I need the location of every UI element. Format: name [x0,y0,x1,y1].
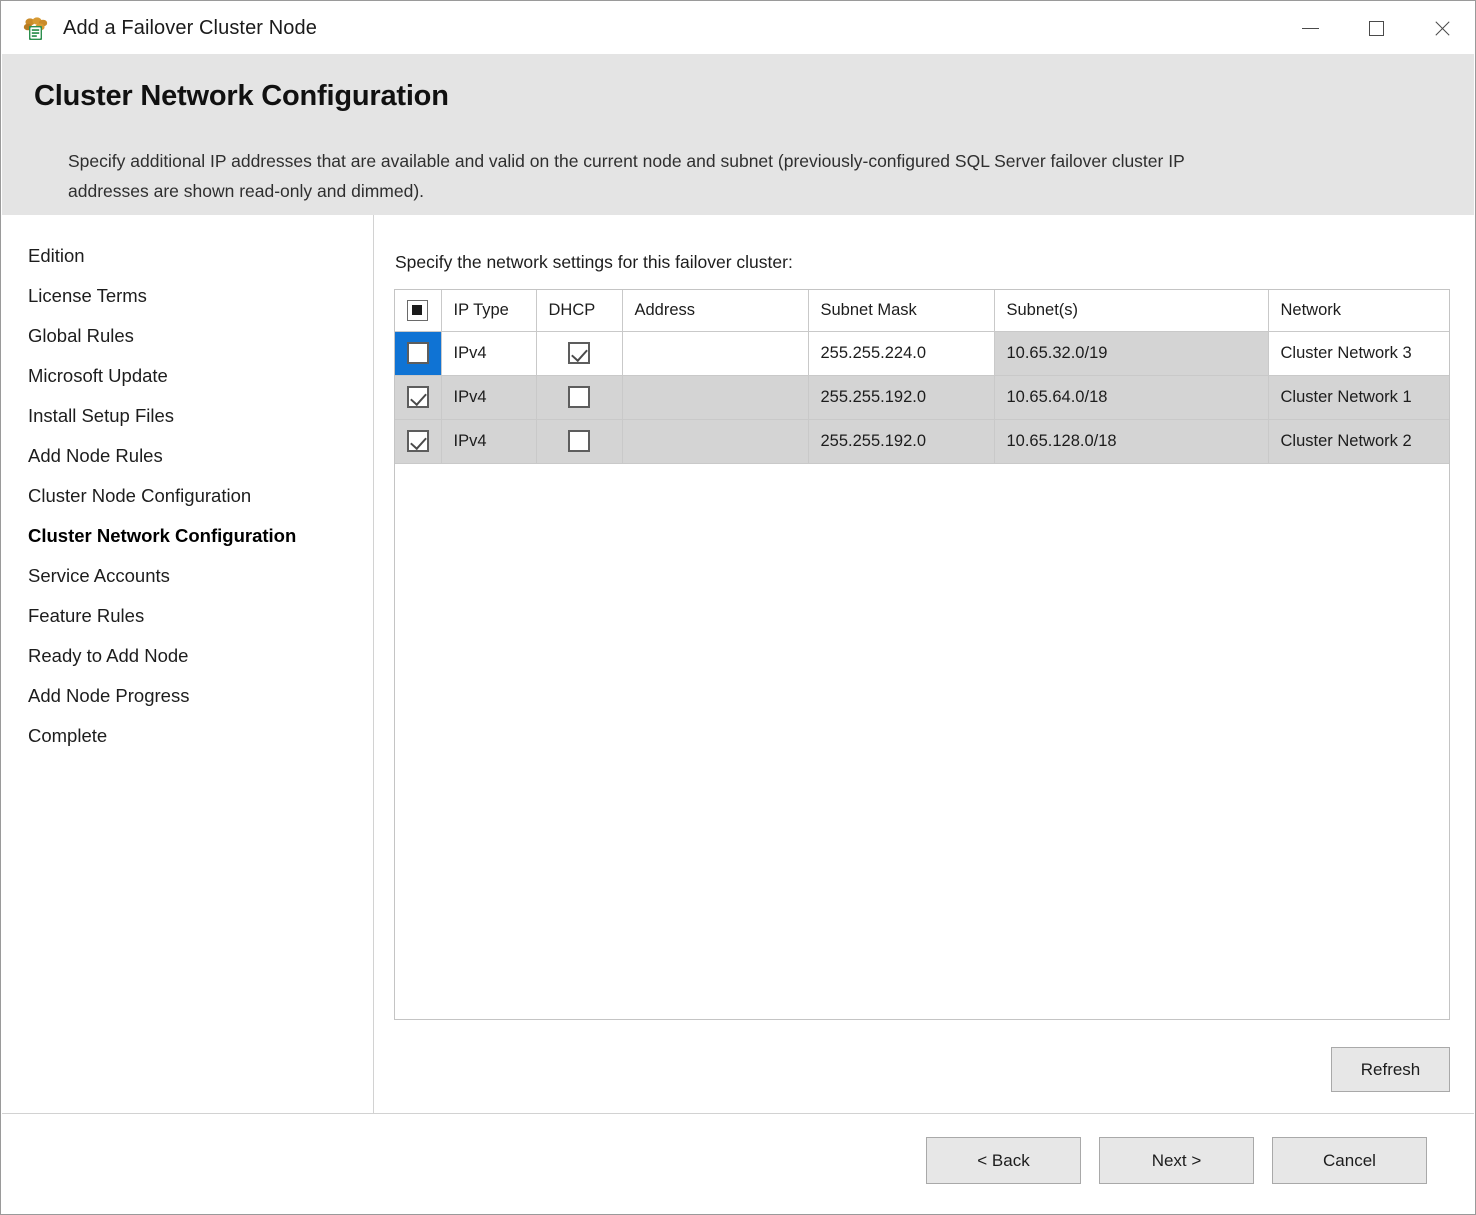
body-area: Edition License Terms Global Rules Microsof… [2,215,1474,1114]
sidebar-item-microsoft-update[interactable]: Microsoft Update [2,356,372,396]
dhcp-checkbox-checked-icon[interactable] [568,342,590,364]
maximize-icon [1368,21,1384,36]
cell-network[interactable]: Cluster Network 2 [1268,419,1449,464]
column-header-network[interactable]: Network [1268,290,1449,332]
cell-ip-type[interactable]: IPv4 [441,375,537,420]
dhcp-checkbox-unchecked-icon[interactable] [568,430,590,452]
sidebar-item-edition[interactable]: Edition [2,236,372,276]
checkbox-checked-icon[interactable] [406,386,429,408]
minimize-icon [1301,28,1319,29]
sidebar-item-feature-rules[interactable]: Feature Rules [2,596,372,636]
close-icon [1433,19,1452,38]
cell-network[interactable]: Cluster Network 1 [1268,375,1449,420]
sidebar-item-add-node-progress[interactable]: Add Node Progress [2,676,372,716]
cell-subnet-mask[interactable]: 255.255.192.0 [808,375,995,420]
row-select-cell[interactable] [395,331,442,376]
sidebar-item-license-terms[interactable]: License Terms [2,276,372,316]
column-header-subnets[interactable]: Subnet(s) [994,290,1269,332]
main-pane: Specify the network settings for this fa… [374,215,1474,1114]
cell-ip-type[interactable]: IPv4 [441,419,537,464]
cell-network[interactable]: Cluster Network 3 [1268,331,1449,376]
grid-body: IPv4 255.255.224.0 10.65.32.0/19 Cluster Ne… [395,331,1449,464]
wizard-step-sidebar: Edition License Terms Global Rules Microsof… [2,236,372,756]
table-row[interactable]: IPv4 255.255.192.0 10.65.64.0/18 Cluster Ne… [395,375,1449,420]
cell-subnets[interactable]: 10.65.64.0/18 [994,375,1269,420]
grid-instruction-label: Specify the network settings for this fa… [395,252,793,272]
column-header-ip-type[interactable]: IP Type [441,290,537,332]
add-failover-cluster-node-window: Add a Failover Cluster Node Cluster Netw… [0,0,1476,1215]
cell-subnet-mask[interactable]: 255.255.224.0 [808,331,995,376]
cell-dhcp[interactable] [536,375,623,420]
cell-dhcp[interactable] [536,419,623,464]
refresh-button[interactable]: Refresh [1331,1047,1450,1092]
cell-subnets[interactable]: 10.65.128.0/18 [994,419,1269,464]
cell-subnets[interactable]: 10.65.32.0/19 [994,331,1269,376]
row-select-cell[interactable] [395,419,442,464]
sidebar-item-global-rules[interactable]: Global Rules [2,316,372,356]
cell-subnet-mask[interactable]: 255.255.192.0 [808,419,995,464]
title-bar: Add a Failover Cluster Node [1,1,1475,56]
table-row[interactable]: IPv4 255.255.224.0 10.65.32.0/19 Cluster Ne… [395,331,1449,376]
next-button[interactable]: Next > [1099,1137,1254,1184]
cell-dhcp[interactable] [536,331,623,376]
column-header-dhcp[interactable]: DHCP [536,290,623,332]
sidebar-item-cluster-network-configuration[interactable]: Cluster Network Configuration [2,516,372,556]
sidebar-item-service-accounts[interactable]: Service Accounts [2,556,372,596]
cancel-button[interactable]: Cancel [1272,1137,1427,1184]
back-button[interactable]: < Back [926,1137,1081,1184]
select-all-checkbox-icon[interactable] [407,299,429,321]
window-title: Add a Failover Cluster Node [63,17,317,39]
window-controls [1277,1,1475,56]
maximize-button[interactable] [1343,1,1409,56]
checkbox-checked-icon[interactable] [406,430,429,452]
sidebar-item-install-setup-files[interactable]: Install Setup Files [2,396,372,436]
sql-server-cluster-icon [23,16,49,42]
sidebar-item-cluster-node-configuration[interactable]: Cluster Node Configuration [2,476,372,516]
close-button[interactable] [1409,1,1475,56]
footer-button-group: < Back Next > Cancel [926,1137,1427,1184]
footer-bar: < Back Next > Cancel [2,1114,1474,1214]
page-description: Specify additional IP addresses that are… [68,151,1185,201]
table-row[interactable]: IPv4 255.255.192.0 10.65.128.0/18 Cluster N… [395,419,1449,464]
cell-address[interactable] [622,331,809,376]
row-select-cell[interactable] [395,375,442,420]
network-settings-grid-container: IP Type DHCP Address Subnet Mask Subnet(… [394,289,1450,1020]
grid-header: IP Type DHCP Address Subnet Mask Subnet(… [395,290,1449,332]
column-header-address[interactable]: Address [622,290,809,332]
cell-address[interactable] [622,419,809,464]
network-settings-grid: IP Type DHCP Address Subnet Mask Subnet(… [395,290,1449,464]
cell-ip-type[interactable]: IPv4 [441,331,537,376]
checkbox-unchecked-icon[interactable] [406,342,429,364]
select-all-header-cell[interactable] [395,290,442,332]
sidebar-item-complete[interactable]: Complete [2,716,372,756]
dhcp-checkbox-unchecked-icon[interactable] [568,386,590,408]
minimize-button[interactable] [1277,1,1343,56]
sidebar-item-ready-to-add-node[interactable]: Ready to Add Node [2,636,372,676]
column-header-subnet-mask[interactable]: Subnet Mask [808,290,995,332]
cell-address[interactable] [622,375,809,420]
page-header-banner: Cluster Network Configuration Specify ad… [2,54,1474,215]
grid-header-row: IP Type DHCP Address Subnet Mask Subnet(… [395,290,1449,332]
sidebar-item-add-node-rules[interactable]: Add Node Rules [2,436,372,476]
page-title: Cluster Network Configuration [34,80,449,112]
